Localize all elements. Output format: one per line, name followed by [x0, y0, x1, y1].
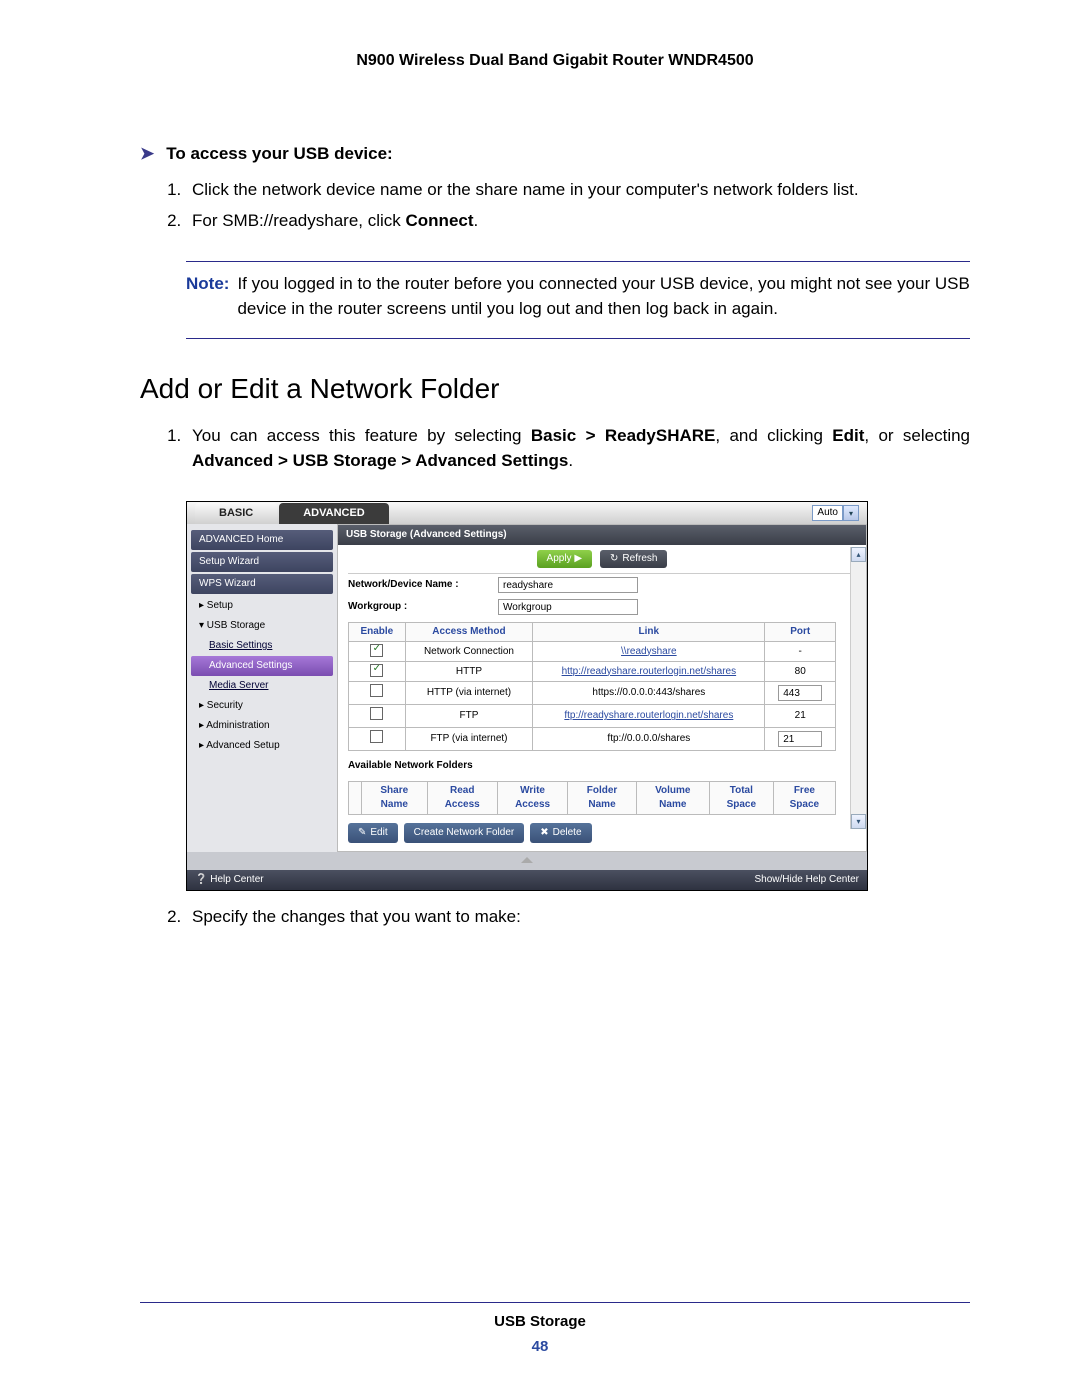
- note-text: If you logged in to the router before yo…: [237, 272, 970, 321]
- sidebar-item-advanced-settings[interactable]: Advanced Settings: [191, 656, 333, 676]
- table-header: Read Access: [427, 782, 497, 815]
- access-link[interactable]: \\readyshare: [621, 646, 677, 657]
- sidebar-item-usb-storage[interactable]: ▾ USB Storage: [191, 616, 333, 636]
- access-method-cell: Network Connection: [405, 642, 533, 662]
- sidebar-item-setup-wizard[interactable]: Setup Wizard: [191, 552, 333, 572]
- enable-checkbox[interactable]: [370, 664, 383, 677]
- access-method-cell: HTTP: [405, 662, 533, 682]
- table-header: Access Method: [405, 623, 533, 642]
- access-link[interactable]: http://readyshare.routerlogin.net/shares: [562, 666, 737, 677]
- sidebar-item-advanced-setup[interactable]: ▸ Advanced Setup: [191, 736, 333, 756]
- intro-step-1: Click the network device name or the sha…: [186, 178, 970, 203]
- enable-checkbox[interactable]: [370, 707, 383, 720]
- create-network-folder-button[interactable]: Create Network Folder: [404, 823, 525, 843]
- link-cell: ftp://readyshare.routerlogin.net/shares: [533, 705, 765, 728]
- edit-button[interactable]: ✎ Edit: [348, 823, 398, 843]
- section-step-1: You can access this feature by selecting…: [186, 424, 970, 473]
- divider: [186, 338, 970, 339]
- link-cell: https://0.0.0.0:443/shares: [533, 682, 765, 705]
- port-input[interactable]: [778, 731, 822, 747]
- divider: [186, 261, 970, 262]
- table-header: Total Space: [709, 782, 773, 815]
- table-header: Free Space: [773, 782, 835, 815]
- table-row: Network Connection \\readyshare -: [349, 642, 836, 662]
- network-folders-table: Share NameRead AccessWrite AccessFolder …: [348, 781, 836, 815]
- table-header: Enable: [349, 623, 406, 642]
- table-row: HTTP http://readyshare.routerlogin.net/sh…: [349, 662, 836, 682]
- enable-checkbox[interactable]: [370, 730, 383, 743]
- intro-heading: To access your USB device:: [166, 142, 392, 166]
- port-cell: -: [765, 642, 836, 662]
- section-step-2: Specify the changes that you want to mak…: [186, 905, 970, 930]
- intro-step-2: For SMB://readyshare, click Connect.: [186, 209, 970, 234]
- triangle-up-icon: [521, 857, 533, 863]
- link-cell: \\readyshare: [533, 642, 765, 662]
- enable-checkbox[interactable]: [370, 684, 383, 697]
- access-link[interactable]: ftp://readyshare.routerlogin.net/shares: [564, 710, 733, 721]
- port-cell: [765, 728, 836, 751]
- page-number: 48: [0, 1336, 1080, 1357]
- chevron-right-icon: ➤: [140, 142, 154, 166]
- table-row: FTP (via internet)ftp://0.0.0.0/shares: [349, 728, 836, 751]
- table-row: FTP ftp://readyshare.routerlogin.net/shar…: [349, 705, 836, 728]
- workgroup-input[interactable]: [498, 599, 638, 615]
- note-label: Note:: [186, 272, 229, 321]
- table-header: Port: [765, 623, 836, 642]
- table-header: Share Name: [362, 782, 428, 815]
- port-cell: 80: [765, 662, 836, 682]
- scroll-down-icon[interactable]: ▾: [851, 814, 866, 829]
- help-center-link[interactable]: ❔ Help Center: [195, 873, 264, 887]
- refresh-button[interactable]: ↻ Refresh: [600, 550, 667, 568]
- device-name-input[interactable]: [498, 577, 638, 593]
- router-ui-screenshot: BASIC ADVANCED Auto ▾ ADVANCED Home Setu…: [186, 501, 868, 891]
- link-cell: ftp://0.0.0.0/shares: [533, 728, 765, 751]
- table-row: HTTP (via internet)https://0.0.0.0:443/s…: [349, 682, 836, 705]
- port-cell: [765, 682, 836, 705]
- access-method-cell: FTP: [405, 705, 533, 728]
- show-hide-help-link[interactable]: Show/Hide Help Center: [755, 873, 860, 887]
- sidebar-item-media-server[interactable]: Media Server: [191, 676, 333, 696]
- footer-divider: [140, 1302, 970, 1303]
- access-method-table: EnableAccess MethodLinkPort Network Conn…: [348, 622, 836, 751]
- page-header: N900 Wireless Dual Band Gigabit Router W…: [140, 50, 970, 72]
- section-heading: Add or Edit a Network Folder: [140, 369, 970, 408]
- sidebar-item-basic-settings[interactable]: Basic Settings: [191, 636, 333, 656]
- scrollbar[interactable]: ▴ ▾: [850, 547, 866, 829]
- table-header: Write Access: [497, 782, 568, 815]
- language-select[interactable]: Auto: [812, 505, 843, 521]
- table-header: Volume Name: [636, 782, 709, 815]
- footer-title: USB Storage: [494, 1313, 586, 1330]
- sidebar-item-advanced-home[interactable]: ADVANCED Home: [191, 530, 333, 550]
- port-input[interactable]: [778, 685, 822, 701]
- access-method-cell: HTTP (via internet): [405, 682, 533, 705]
- port-cell: 21: [765, 705, 836, 728]
- apply-button[interactable]: Apply ▶: [537, 550, 592, 568]
- collapse-handle[interactable]: [187, 852, 867, 870]
- device-name-label: Network/Device Name :: [348, 578, 498, 592]
- access-method-cell: FTP (via internet): [405, 728, 533, 751]
- scroll-up-icon[interactable]: ▴: [851, 547, 866, 562]
- table-header: Folder Name: [568, 782, 636, 815]
- enable-checkbox[interactable]: [370, 644, 383, 657]
- sidebar-item-wps-wizard[interactable]: WPS Wizard: [191, 574, 333, 594]
- link-cell: http://readyshare.routerlogin.net/shares: [533, 662, 765, 682]
- table-header: Link: [533, 623, 765, 642]
- sidebar-item-setup[interactable]: ▸ Setup: [191, 596, 333, 616]
- workgroup-label: Workgroup :: [348, 600, 498, 614]
- sidebar-item-administration[interactable]: ▸ Administration: [191, 716, 333, 736]
- chevron-down-icon[interactable]: ▾: [843, 505, 859, 521]
- available-folders-label: Available Network Folders: [338, 755, 866, 777]
- table-header: [349, 782, 362, 815]
- content-header: USB Storage (Advanced Settings): [338, 525, 866, 545]
- delete-button[interactable]: ✖ Delete: [530, 823, 591, 843]
- tab-basic[interactable]: BASIC: [195, 503, 277, 524]
- tab-advanced[interactable]: ADVANCED: [279, 503, 389, 524]
- sidebar-item-security[interactable]: ▸ Security: [191, 696, 333, 716]
